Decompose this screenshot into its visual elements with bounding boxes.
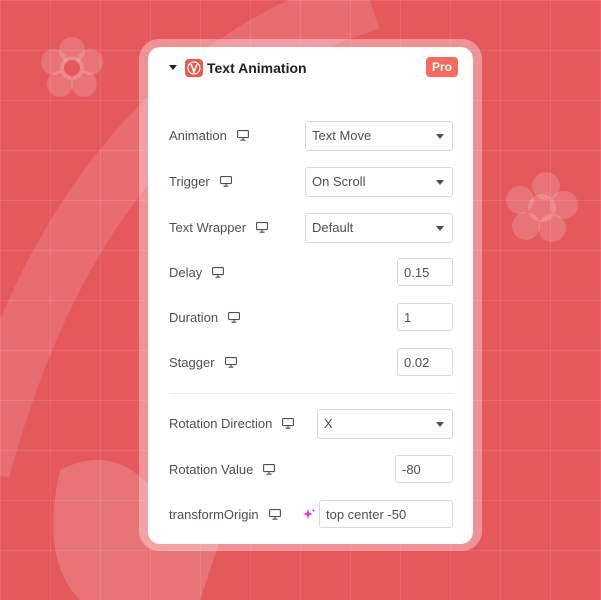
panel-header[interactable]: Text Animation Pro xyxy=(148,47,473,87)
duration-row: Duration 1 xyxy=(148,303,473,333)
delay-label: Delay xyxy=(169,265,203,280)
animation-select[interactable]: Text Move xyxy=(305,121,453,151)
monitor-icon[interactable] xyxy=(263,463,276,475)
monitor-icon[interactable] xyxy=(236,129,249,141)
trigger-select[interactable]: On Scroll xyxy=(305,167,453,197)
text-animation-panel: Text Animation Pro Animation Text Move T… xyxy=(148,47,473,544)
pro-badge: Pro xyxy=(425,57,458,77)
rotation-value-row: Rotation Value -80 xyxy=(148,455,473,485)
chevron-down-icon xyxy=(436,180,444,185)
rotation-direction-value: X xyxy=(324,416,333,431)
rotation-value-input[interactable]: -80 xyxy=(395,455,453,483)
animation-label: Animation xyxy=(169,128,227,143)
stagger-label: Stagger xyxy=(169,355,215,370)
animation-row: Animation Text Move xyxy=(148,121,473,151)
section-divider xyxy=(169,393,453,394)
stagger-row: Stagger 0.02 xyxy=(148,348,473,378)
transform-origin-row: transformOrigin top center -50 xyxy=(148,500,473,530)
transform-origin-input[interactable]: top center -50 xyxy=(319,500,453,528)
trigger-label: Trigger xyxy=(169,174,210,189)
text-wrapper-value: Default xyxy=(312,220,354,235)
animation-value: Text Move xyxy=(312,128,372,143)
monitor-icon[interactable] xyxy=(219,175,232,187)
duration-label: Duration xyxy=(169,310,219,325)
panel-title: Text Animation xyxy=(207,60,307,76)
rotation-direction-row: Rotation Direction X xyxy=(148,409,473,439)
text-wrapper-row: Text Wrapper Default xyxy=(148,213,473,243)
text-wrapper-select[interactable]: Default xyxy=(305,213,453,243)
sparkle-icon[interactable] xyxy=(303,508,316,521)
delay-input[interactable]: 0.15 xyxy=(397,258,453,286)
monitor-icon[interactable] xyxy=(224,356,237,368)
rotation-value-label: Rotation Value xyxy=(169,462,254,477)
monitor-icon[interactable] xyxy=(268,508,281,520)
monitor-icon[interactable] xyxy=(212,266,225,278)
trigger-row: Trigger On Scroll xyxy=(148,167,473,197)
monitor-icon[interactable] xyxy=(282,417,295,429)
brand-logo-icon xyxy=(185,59,203,77)
rotation-direction-label: Rotation Direction xyxy=(169,416,273,431)
caret-down-icon[interactable] xyxy=(169,65,177,70)
chevron-down-icon xyxy=(436,422,444,427)
chevron-down-icon xyxy=(436,226,444,231)
stagger-input[interactable]: 0.02 xyxy=(397,348,453,376)
chevron-down-icon xyxy=(436,134,444,139)
monitor-icon[interactable] xyxy=(256,221,269,233)
rotation-direction-select[interactable]: X xyxy=(317,409,453,439)
text-wrapper-label: Text Wrapper xyxy=(169,220,247,235)
delay-row: Delay 0.15 xyxy=(148,258,473,288)
trigger-value: On Scroll xyxy=(312,174,366,189)
transform-origin-label: transformOrigin xyxy=(169,507,259,522)
duration-input[interactable]: 1 xyxy=(397,303,453,331)
monitor-icon[interactable] xyxy=(228,311,241,323)
